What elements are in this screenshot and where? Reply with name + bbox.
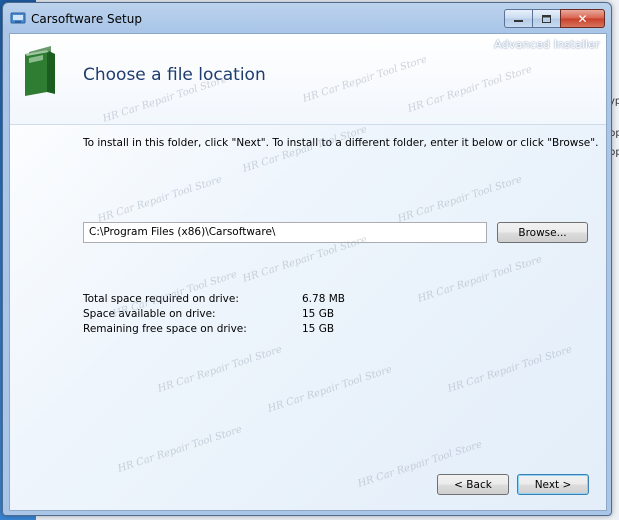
close-icon: ✕ — [577, 11, 588, 26]
watermark: HR Car Repair Tool Store — [446, 344, 574, 395]
space-value: 15 GB — [302, 308, 335, 320]
browse-button[interactable]: Browse... — [497, 222, 588, 243]
space-value: 6.78 MB — [302, 293, 345, 305]
space-value: 15 GB — [302, 323, 335, 335]
window-controls: ✕ — [504, 9, 605, 28]
back-button-label: < Back — [454, 478, 492, 491]
watermark: HR Car Repair Tool Store — [416, 254, 544, 305]
watermark: HR Car Repair Tool Store — [266, 364, 394, 415]
space-label: Total space required on drive: — [83, 293, 239, 305]
next-button-label: Next > — [534, 478, 572, 491]
watermark: HR Car Repair Tool Store — [396, 174, 524, 225]
page-title: Choose a file location — [83, 65, 266, 85]
browse-button-label: Browse... — [518, 226, 567, 239]
wizard-header: Choose a file location Advanced Installe… — [10, 34, 606, 125]
watermark: HR Car Repair Tool Store — [156, 344, 284, 395]
wizard-content: Choose a file location Advanced Installe… — [9, 33, 607, 511]
install-path-input[interactable]: C:\Program Files (x86)\Carsoftware\ — [83, 222, 487, 243]
maximize-button[interactable] — [532, 9, 560, 28]
watermark: HR Car Repair Tool Store — [116, 424, 244, 475]
setup-window: Carsoftware Setup ✕ Choose a file locati… — [2, 2, 612, 516]
close-button[interactable]: ✕ — [560, 9, 605, 28]
watermark: HR Car Repair Tool Store — [241, 124, 369, 175]
window-title: Carsoftware Setup — [31, 12, 142, 26]
folder-icon — [25, 46, 55, 96]
space-label: Remaining free space on drive: — [83, 323, 247, 335]
space-label: Space available on drive: — [83, 308, 216, 320]
instructions-text: To install in this folder, click "Next".… — [83, 137, 599, 149]
installer-branding: Advanced Installer — [494, 38, 600, 51]
maximize-icon — [542, 14, 551, 23]
back-button[interactable]: < Back — [437, 474, 509, 495]
minimize-button[interactable] — [504, 9, 532, 28]
title-bar[interactable]: Carsoftware Setup ✕ — [3, 3, 611, 33]
installer-icon — [10, 12, 26, 24]
minimize-icon — [514, 19, 523, 22]
next-button[interactable]: Next > — [517, 474, 589, 495]
watermark: HR Car Repair Tool Store — [96, 174, 224, 225]
